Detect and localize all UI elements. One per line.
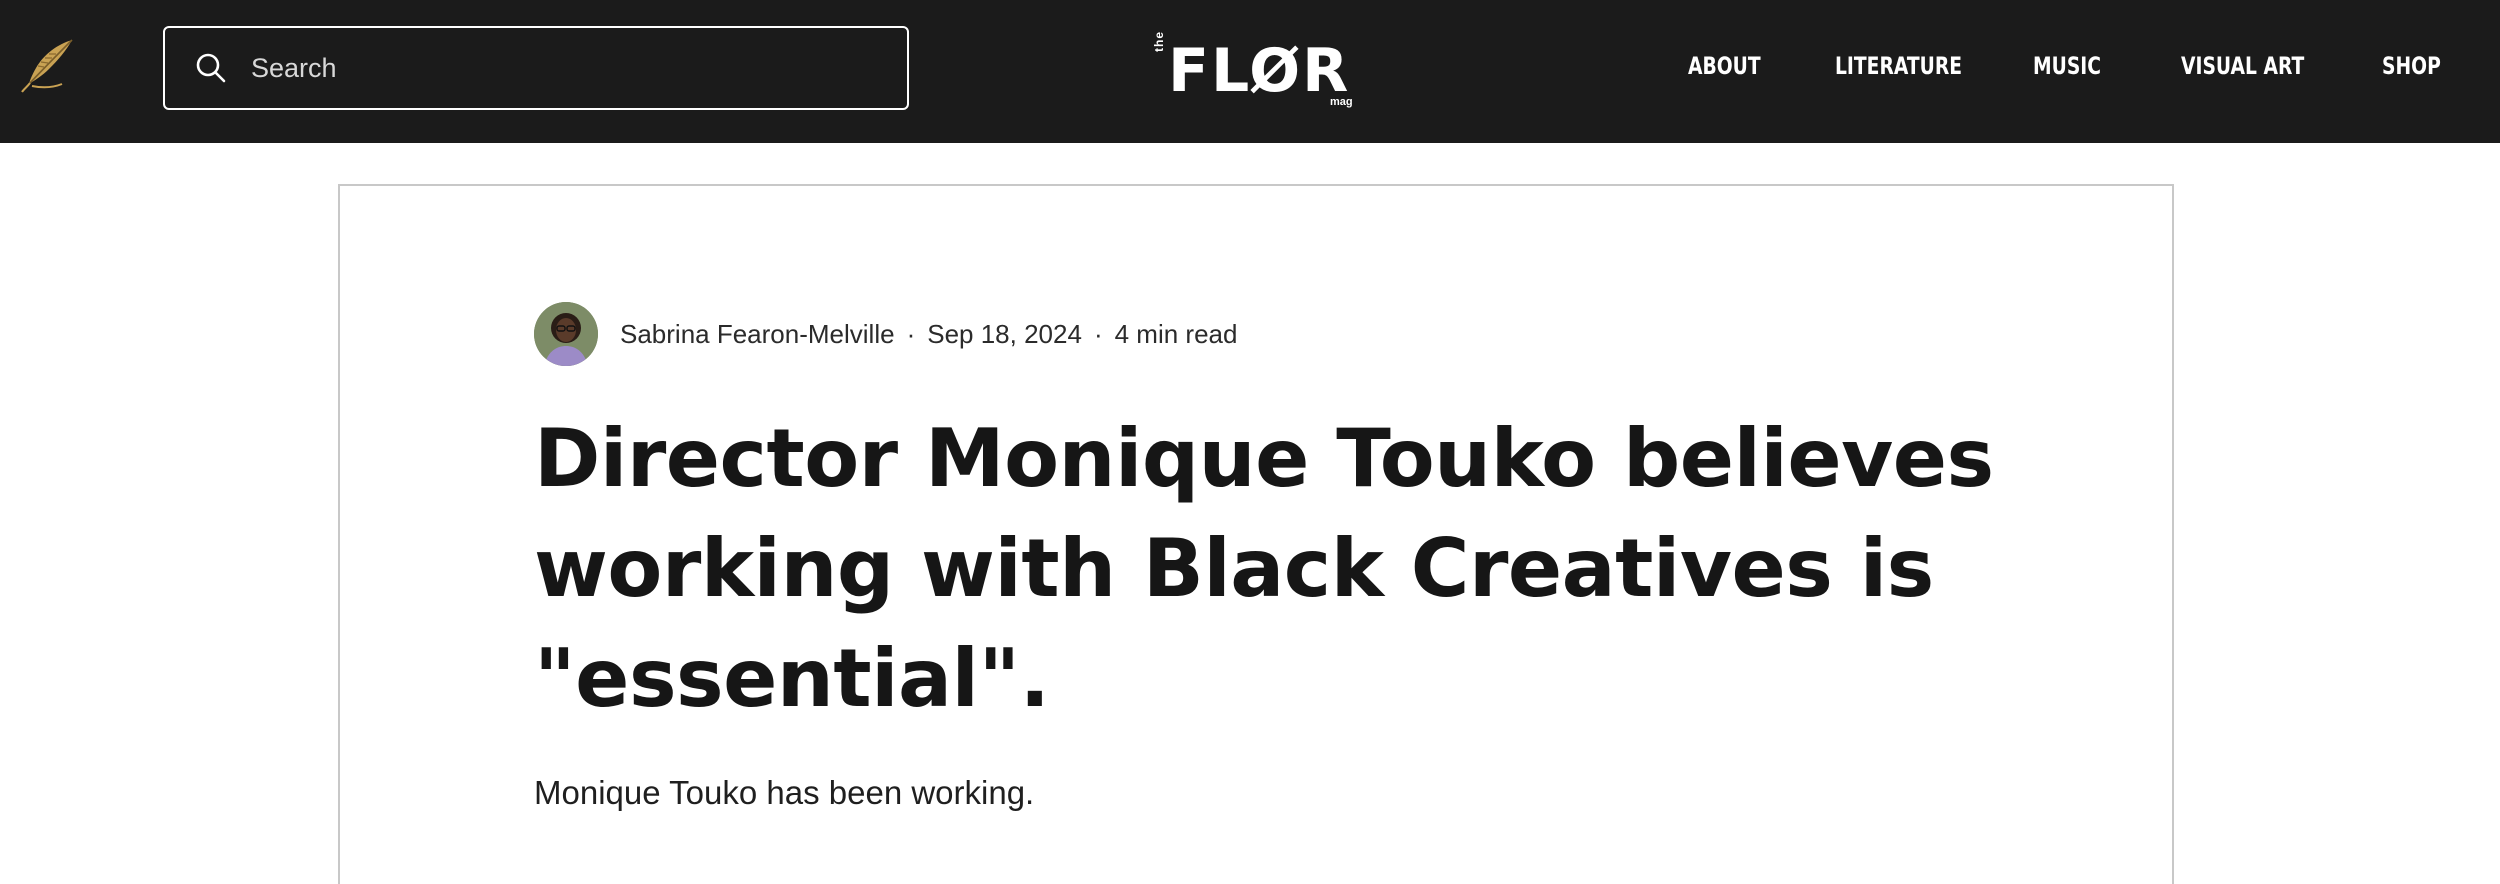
site-header: the FLØR mag ABOUT LITERATURE MUSIC VISU…: [0, 0, 2500, 143]
article-card: Sabrina Fearon-Melville · Sep 18, 2024 ·…: [338, 184, 2174, 884]
author-name[interactable]: Sabrina Fearon-Melville: [620, 319, 895, 350]
post-lead-paragraph: Monique Touko has been working.: [534, 774, 1035, 811]
post-date: Sep 18, 2024: [927, 318, 1082, 349]
nav-about[interactable]: ABOUT: [1688, 52, 1761, 80]
meta-separator: ·: [1093, 318, 1103, 349]
search-input[interactable]: [249, 51, 853, 85]
logo-wordmark: FLØR: [1168, 36, 1351, 106]
meta-separator: ·: [906, 318, 916, 349]
search-box[interactable]: [163, 26, 909, 110]
post-meta: Sabrina Fearon-Melville · Sep 18, 2024 ·…: [534, 302, 1237, 366]
nav-shop[interactable]: SHOP: [2382, 52, 2441, 80]
nav-music[interactable]: MUSIC: [2033, 52, 2101, 80]
read-time: 4 min read: [1114, 318, 1238, 349]
nav-literature[interactable]: LITERATURE: [1835, 52, 1962, 80]
search-icon: [196, 53, 226, 83]
logo-prefix: the: [1152, 31, 1166, 52]
feather-icon[interactable]: [18, 36, 80, 98]
nav-visual-art[interactable]: VISUAL ART: [2181, 52, 2304, 80]
logo-suffix: mag: [1330, 96, 1353, 108]
author-avatar[interactable]: [534, 302, 598, 366]
site-logo[interactable]: the FLØR mag: [1150, 31, 1360, 110]
post-title: Director Monique Touko believes working …: [534, 412, 1994, 725]
